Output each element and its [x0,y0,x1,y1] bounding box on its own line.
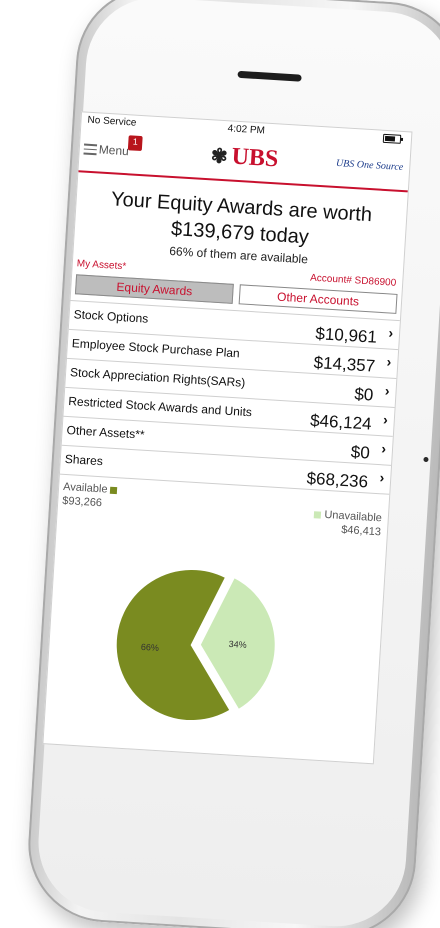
ubs-keys-icon: ✾ [210,145,229,169]
row-value: $0 [353,384,374,405]
app-screen: No Service 4:02 PM Menu 1 ✾ UBS UBS One S… [42,111,413,765]
chevron-right-icon: › [380,440,387,457]
row-value: $0 [350,442,371,463]
pie-slice-unavailable-label: 34% [228,639,247,650]
chevron-right-icon: › [388,324,394,341]
legend-available: Available $93,266 [62,481,118,510]
availability-pie-chart: 66% 34% [114,568,277,722]
legend-available-swatch [110,486,118,494]
row-label: Other Assets** [66,423,145,442]
chevron-right-icon: › [382,411,389,428]
my-assets-label: My Assets* [76,258,127,273]
row-label: Stock Appreciation Rights(SARs) [69,365,246,390]
row-label: Shares [64,451,104,469]
stage: No Service 4:02 PM Menu 1 ✾ UBS UBS One S… [0,0,440,928]
legend-unavailable-swatch [314,510,322,519]
row-value: $68,236 [306,468,369,492]
pie-slice-available-label: 66% [141,642,160,653]
legend-unavailable-label: Unavailable [324,508,383,525]
legend-available-label: Available [62,480,108,496]
brand-text: UBS [230,143,280,173]
row-label: Restricted Stock Awards and Units [67,394,253,420]
legend-unavailable: Unavailable $46,413 [310,508,382,538]
phone-frame: No Service 4:02 PM Menu 1 ✾ UBS UBS One S… [23,0,440,928]
battery-icon [382,133,402,144]
chevron-right-icon: › [386,353,392,370]
account-number: Account# SD86900 [309,272,397,289]
legend-unavailable-value: $46,413 [340,523,382,539]
row-value: $10,961 [314,324,378,347]
row-label: Employee Stock Purchase Plan [71,336,241,361]
row-label: Stock Options [73,307,149,326]
row-value: $46,124 [309,410,373,434]
chevron-right-icon: › [384,382,391,399]
asset-list: Stock Options $10,961 › Employee Stock P… [59,299,400,495]
row-value: $14,357 [313,352,376,376]
legend-available-value: $93,266 [61,494,103,510]
chevron-right-icon: › [379,469,385,486]
